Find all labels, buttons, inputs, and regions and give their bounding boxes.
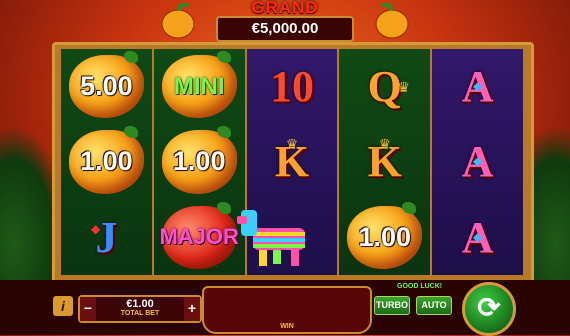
reel-symbol [236, 200, 338, 275]
spin-button[interactable]: ⟳ [462, 282, 516, 336]
reel-symbol: ◆ A [432, 124, 523, 199]
grand-jackpot-amount: €5,000.00 [216, 16, 354, 42]
turbo-button[interactable]: TURBO [374, 296, 410, 315]
increase-bet-button[interactable]: + [184, 297, 200, 321]
refresh-icon: ⟳ [477, 292, 501, 323]
reel-symbol: 5.00 [61, 49, 152, 124]
pepper-stem [123, 126, 138, 139]
bet-label: TOTAL BET [120, 310, 160, 317]
prize-value: MAJOR [159, 224, 239, 250]
reel-symbol: 1.00 [339, 200, 430, 275]
reel-frame: 5.00 1.00 ◆ J MINI 1.00 MAJOR 10 ♛ K ♛ Q ♛ K 1.00 ◆ A ◆ A ◆… [52, 42, 534, 284]
crown-icon: ♛ [285, 136, 299, 153]
reel-2: MINI 1.00 MAJOR [153, 49, 245, 275]
pepper-stem [216, 126, 231, 139]
gem-icon: ◆ [472, 154, 483, 169]
reel-symbol: 1.00 [154, 124, 245, 199]
prize-value: 1.00 [358, 221, 412, 252]
reel-3: 10 ♛ K [236, 49, 338, 275]
bet-value: €1.00 [126, 298, 154, 310]
pepper-decoration-icon [375, 2, 409, 39]
decrease-bet-button[interactable]: − [80, 297, 96, 321]
pepper-stem [402, 201, 417, 214]
reel-1: 5.00 1.00 ◆ J [61, 49, 152, 275]
total-bet-panel: − €1.00 TOTAL BET + [78, 295, 202, 323]
gem-icon: ◆ [472, 229, 483, 244]
reels-grid: 5.00 1.00 ◆ J MINI 1.00 MAJOR 10 ♛ K ♛ Q ♛ K 1.00 ◆ A ◆ A ◆… [61, 49, 523, 275]
autoplay-button[interactable]: AUTO [416, 296, 452, 315]
reel-4: ♛ Q ♛ K 1.00 [339, 49, 431, 275]
grand-jackpot: GRAND €5,000.00 [200, 0, 370, 42]
pinata-icon [236, 209, 305, 266]
good-luck-text: GOOD LUCK! [397, 283, 443, 290]
reel-symbol: ◆ A [432, 200, 523, 275]
prize-value: 1.00 [80, 146, 133, 177]
reel-symbol: ◆ A [432, 49, 523, 124]
reel-symbol: ♛ K [339, 124, 430, 199]
card-symbol: 10 [269, 62, 314, 112]
win-label: WIN [280, 323, 294, 330]
gem-icon: ◆ [472, 79, 483, 93]
gem-icon: ◆ [91, 221, 101, 236]
reel-symbol: ♛ Q [339, 49, 430, 124]
pepper-decoration-icon [161, 2, 195, 39]
reel-5: ◆ A ◆ A ◆ A [432, 49, 523, 275]
reel-symbol: ◆ J [61, 200, 152, 275]
prize-value: 5.00 [80, 71, 133, 102]
pepper-stem [216, 51, 231, 63]
crown-icon: ♛ [397, 79, 410, 95]
pepper-stem [216, 201, 231, 214]
prize-value: 1.00 [172, 146, 226, 177]
pepper-stem [123, 51, 138, 63]
reel-symbol: MAJOR [154, 200, 245, 275]
reel-symbol: 10 [247, 49, 338, 124]
reel-symbol: ♛ K [247, 124, 338, 199]
crown-icon: ♛ [378, 136, 392, 153]
card-symbol: J [95, 212, 118, 262]
info-button[interactable]: i [53, 296, 73, 316]
reel-symbol: 1.00 [61, 124, 152, 199]
reel-symbol: MINI [154, 49, 245, 124]
prize-value: MINI [173, 72, 225, 100]
win-panel: WIN [202, 286, 372, 334]
